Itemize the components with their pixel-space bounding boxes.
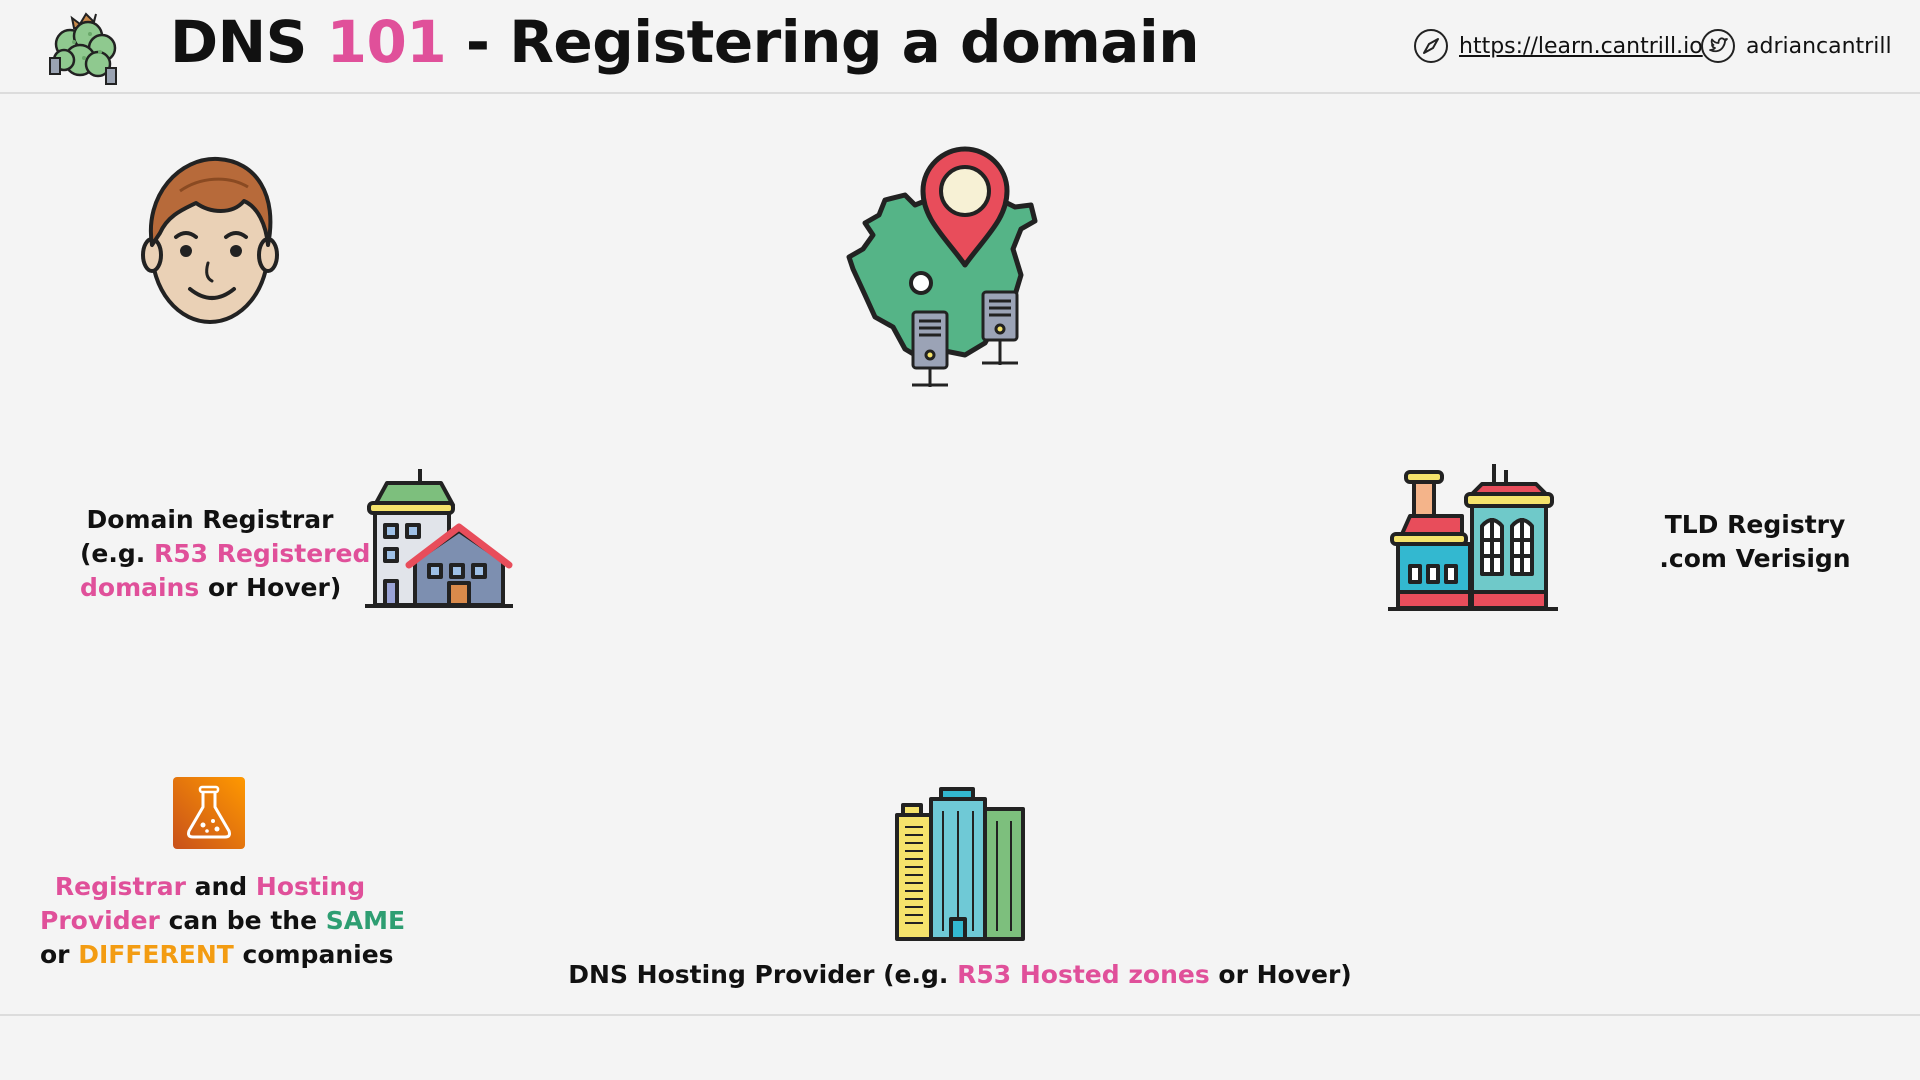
note-companies: companies (233, 940, 394, 969)
hosting-highlight: R53 Hosted zones (957, 960, 1210, 989)
registrar-label: Domain Registrar (e.g. R53 Registered do… (80, 503, 370, 605)
registrar-line2: (e.g. R53 Registered (80, 537, 370, 571)
note-line1: Registrar and Hosting (40, 870, 380, 904)
hosting-suffix: or Hover) (1209, 960, 1352, 989)
hosting-label: DNS Hosting Provider (e.g. R53 Hosted zo… (560, 958, 1360, 992)
title-suffix: - Registering a domain (446, 8, 1200, 76)
map-pin-servers-icon (846, 146, 1038, 387)
note-provider: Provider (40, 906, 160, 935)
note-or: or (40, 940, 79, 969)
title-prefix: DNS (170, 8, 327, 76)
page-title: DNS 101 - Registering a domain (170, 8, 1200, 76)
header-bar: DNS 101 - Registering a domain https://l… (0, 0, 1920, 94)
registrar-line2-prefix: (e.g. (80, 539, 154, 568)
note-line3: or DIFFERENT companies (40, 938, 394, 972)
website-link-group[interactable]: https://learn.cantrill.io (1413, 28, 1703, 64)
website-link[interactable]: https://learn.cantrill.io (1459, 34, 1703, 59)
note-can-be-the: can be the (159, 906, 326, 935)
hosting-prefix: DNS Hosting Provider (e.g. (568, 960, 958, 989)
note-different: DIFFERENT (78, 940, 234, 969)
footer-divider (0, 1014, 1920, 1016)
registry-building-icon (1388, 464, 1558, 611)
registrar-highlight-2: domains (80, 573, 200, 602)
compass-icon (1414, 29, 1448, 63)
tld-line2: .com Verisign (1659, 544, 1851, 573)
tld-label: TLD Registry .com Verisign (1620, 508, 1890, 576)
person-icon (141, 156, 279, 324)
twitter-icon (1701, 29, 1735, 63)
tld-line1: TLD Registry (1664, 510, 1846, 539)
registrar-line3: domains or Hover) (80, 571, 342, 605)
twitter-handle[interactable]: adriancantrill (1746, 34, 1892, 59)
note-line2: Provider can be the SAME (40, 904, 405, 938)
registrar-highlight-1: R53 Registered (153, 539, 371, 568)
registrar-line3-suffix: or Hover) (199, 573, 342, 602)
note-same: SAME (325, 906, 406, 935)
note-label: Registrar and Hosting Provider can be th… (40, 870, 405, 972)
buildings-icon (365, 469, 513, 608)
title-number: 101 (326, 8, 447, 76)
skyscrapers-icon (895, 787, 1025, 941)
note-hosting: Hosting (255, 872, 366, 901)
note-and: and (185, 872, 256, 901)
logo-icon (49, 12, 117, 85)
flask-icon (173, 777, 245, 849)
note-registrar: Registrar (54, 872, 186, 901)
registrar-line1: Domain Registrar (86, 505, 334, 534)
twitter-link-group[interactable]: adriancantrill (1700, 28, 1892, 64)
